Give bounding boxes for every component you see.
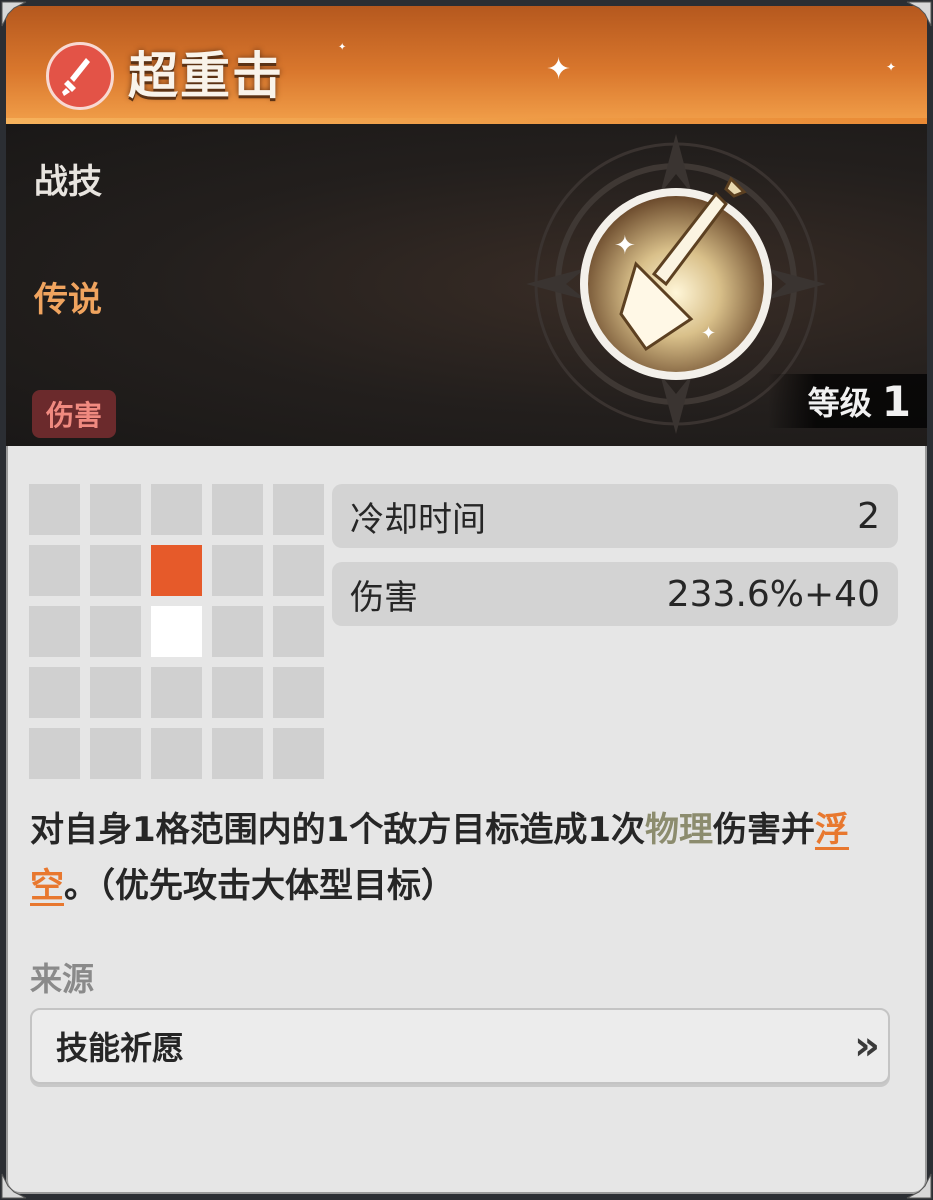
range-cell (29, 484, 80, 535)
range-cell (151, 484, 202, 535)
frame-corner-icon (1, 1, 27, 27)
range-cell (212, 667, 263, 718)
skill-description: 对自身1格范围内的1个敌方目标造成1次物理伤害并浮空。（优先攻击大体型目标） (30, 802, 910, 914)
sparkle-icon: ✦ (886, 60, 897, 74)
skill-type-badge (46, 42, 114, 110)
level-value: 1 (881, 376, 911, 426)
skill-type-label: 战技 (34, 162, 102, 202)
range-cell (90, 484, 141, 535)
description-text: 对自身1格范围内的1个敌方目标造成1次 (30, 810, 645, 850)
svg-text:✦: ✦ (614, 231, 636, 261)
sword-icon (62, 58, 90, 96)
range-cell (90, 606, 141, 657)
damage-tag-badge: 伤害 (32, 390, 117, 438)
source-skill-wish-button[interactable]: 技能祈愿 » (30, 1008, 890, 1084)
range-cell (212, 606, 263, 657)
frame-corner-icon (1, 1173, 27, 1199)
damage-value: 233.6%+40 (666, 573, 880, 615)
skill-header: ✦ ✦ ✦ 超重击 (6, 6, 927, 124)
cooldown-label: 冷却时间 (350, 499, 486, 540)
attack-range-grid (29, 484, 324, 779)
range-cell (29, 728, 80, 779)
damage-stat-row: 伤害 233.6%+40 (332, 562, 898, 626)
description-text: 伤害并 (712, 810, 815, 850)
range-cell (212, 545, 263, 596)
range-cell (212, 728, 263, 779)
description-text: 。（优先攻击大体型目标） (64, 866, 455, 906)
level-label: 等级 (807, 384, 872, 422)
cooldown-value: 2 (857, 495, 880, 537)
range-cell (90, 667, 141, 718)
double-chevron-right-icon: » (854, 1023, 880, 1069)
sparkle-icon: ✦ (546, 52, 572, 87)
range-cell (90, 545, 141, 596)
frame-corner-icon (906, 1, 932, 27)
skill-level-indicator: 等级 1 (767, 374, 927, 428)
range-cell (29, 545, 80, 596)
svg-text:✦: ✦ (701, 323, 716, 344)
range-cell (29, 667, 80, 718)
frame-corner-icon (906, 1173, 932, 1199)
range-cell (90, 728, 141, 779)
range-cell (273, 545, 324, 596)
skill-rarity-label: 传说 (34, 280, 102, 320)
range-cell (273, 667, 324, 718)
cooldown-stat-row: 冷却时间 2 (332, 484, 898, 548)
range-cell (151, 667, 202, 718)
source-label: 来源 (30, 960, 95, 998)
physical-keyword: 物理 (644, 810, 713, 850)
range-cell-self (151, 606, 202, 657)
range-cell (29, 606, 80, 657)
sparkle-icon: ✦ (338, 42, 347, 53)
range-cell-target (151, 545, 202, 596)
skill-title: 超重击 (128, 47, 284, 105)
range-cell (273, 606, 324, 657)
range-cell (212, 484, 263, 535)
skill-hero-panel: 战技 传说 伤害 ✦ ✦ 等级 1 (6, 124, 927, 446)
range-cell (151, 728, 202, 779)
damage-label: 伤害 (350, 577, 418, 618)
skill-card: ✦ ✦ ✦ 超重击 战技 传说 伤害 ✦ ✦ 等级 1 冷却时间 2 伤害 23… (6, 6, 927, 1194)
range-cell (273, 484, 324, 535)
source-button-label: 技能祈愿 (56, 1029, 185, 1067)
range-cell (273, 728, 324, 779)
